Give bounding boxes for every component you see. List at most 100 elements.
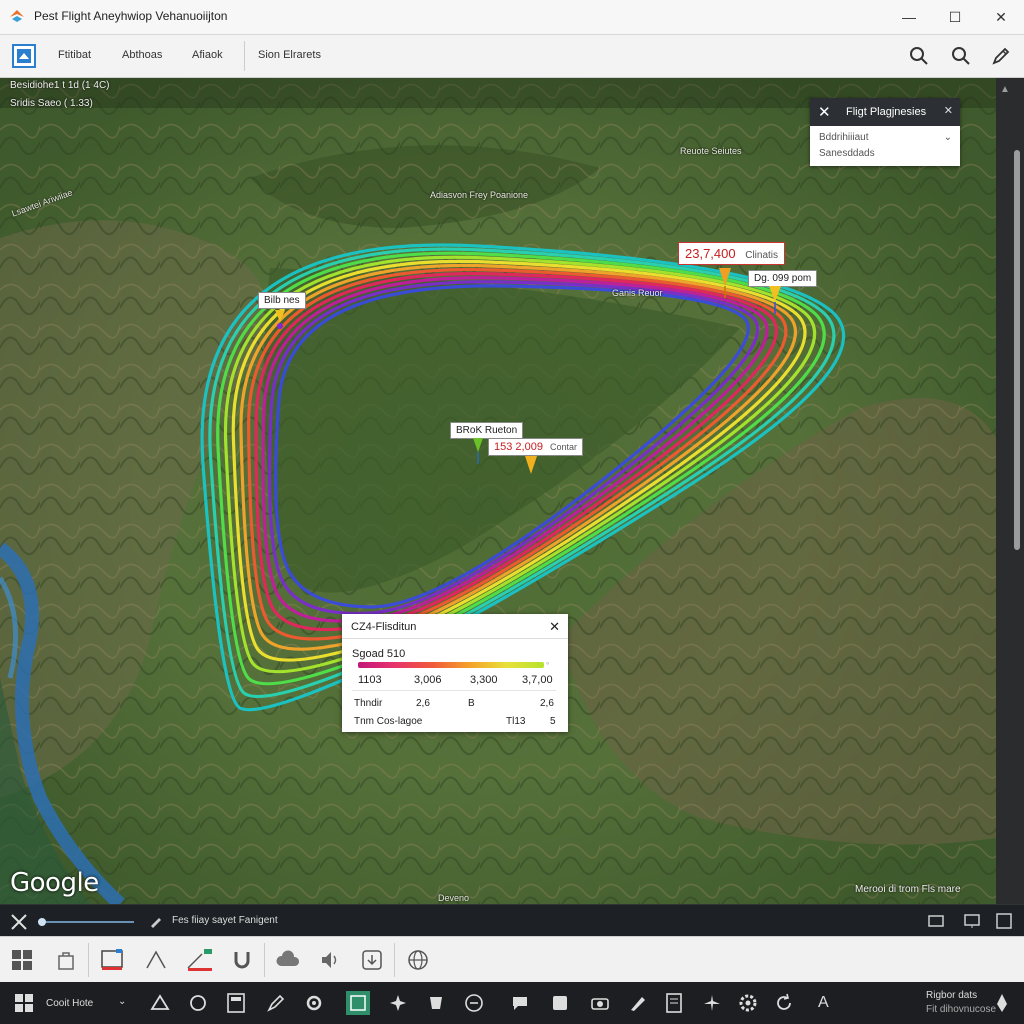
app-icon[interactable]: [462, 991, 486, 1015]
app-icon[interactable]: [386, 991, 410, 1015]
plane-icon[interactable]: [10, 913, 28, 931]
scale-handle-icon[interactable]: ◦: [546, 658, 549, 668]
keyboard-language[interactable]: A: [818, 994, 829, 1012]
altitude-value: 23,7,400: [685, 246, 736, 261]
camera-icon[interactable]: [588, 991, 612, 1015]
menu-item-view[interactable]: Afiaok: [192, 49, 223, 61]
menu-item-edit[interactable]: Abthoas: [122, 49, 162, 61]
toolbar-divider: [264, 943, 265, 977]
fullscreen-icon[interactable]: [996, 913, 1012, 929]
panel-title: Fligt Plagjnesies: [846, 106, 927, 118]
minimize-button[interactable]: —: [886, 0, 932, 34]
callout-text: Dg. 099 pom: [754, 273, 812, 284]
status-text: Fes fiiay sayet Fanigent: [172, 915, 278, 926]
grid-icon[interactable]: [8, 946, 36, 974]
altitude-unit: Clinatis: [745, 250, 779, 261]
path-draw-icon[interactable]: [186, 946, 214, 974]
maximize-button[interactable]: ☐: [932, 0, 978, 34]
waypoint-marker-icon[interactable]: [472, 438, 484, 466]
panel-row: Sanesddads: [819, 148, 875, 159]
chevron-down-icon[interactable]: ⌄: [118, 996, 126, 1007]
zoom-icon[interactable]: [948, 44, 974, 68]
cloud-icon[interactable]: [274, 946, 302, 974]
window-title: Pest Flight Aneyhwiop Vehanuoiijton: [34, 9, 228, 23]
legend-divider: [352, 690, 556, 691]
start-menu-icon[interactable]: [12, 991, 36, 1015]
altitude-callout[interactable]: 23,7,400 Clinatis: [678, 242, 786, 265]
waypoint-marker-icon[interactable]: [524, 456, 538, 480]
image-icon[interactable]: [98, 946, 126, 974]
menu-divider: [244, 41, 245, 71]
magnet-icon[interactable]: [228, 946, 256, 974]
map-attribution[interactable]: Merooi di trom Fls mare: [855, 884, 961, 895]
callout-text: Bilb nes: [264, 295, 300, 306]
timeline-slider-handle[interactable]: [38, 918, 46, 926]
monitor-icon[interactable]: [964, 913, 980, 929]
close-icon[interactable]: ✕: [818, 103, 831, 121]
close-button[interactable]: ✕: [978, 0, 1024, 34]
legend-panel: CZ4-Flisditun ✕ Sgoad 510 ◦ 1103 3,006 3…: [342, 614, 568, 732]
app-icon[interactable]: [508, 991, 532, 1015]
bag-icon[interactable]: [52, 946, 80, 974]
plane-icon[interactable]: [700, 991, 724, 1015]
coordinate-readout: Besidiohe1 t 1d (1 4C): [10, 80, 110, 91]
timeline-slider[interactable]: [38, 921, 134, 923]
document-icon[interactable]: [662, 991, 686, 1015]
menu-item-settings[interactable]: Sion Elrarets: [258, 49, 321, 61]
legend-divider: [342, 638, 568, 639]
legend-tick: 3,006: [414, 674, 442, 686]
speed-callout[interactable]: Dg. 099 pom: [748, 270, 818, 287]
refresh-icon[interactable]: [772, 991, 796, 1015]
waypoint-marker-icon[interactable]: [718, 268, 732, 300]
ruler-icon[interactable]: [142, 946, 170, 974]
title-bar: Pest Flight Aneyhwiop Vehanuoiijton — ☐ …: [0, 0, 1024, 35]
waypoint-marker-icon[interactable]: [768, 286, 782, 316]
map-view[interactable]: Besidiohe1 t 1d (1 4C) Sridis Saeo ( 1.3…: [0, 78, 996, 904]
brush-icon[interactable]: [148, 913, 164, 929]
legend-title: CZ4-Flisditun: [351, 621, 417, 633]
layers-icon[interactable]: [12, 44, 36, 68]
toolbar-divider: [88, 943, 89, 977]
taskbar-search-text[interactable]: Cooit Hote: [46, 998, 93, 1009]
active-app-icon[interactable]: [346, 991, 370, 1015]
screenshot-icon[interactable]: [928, 913, 944, 929]
legend-row-value: 2,6: [416, 698, 430, 709]
chevron-down-icon[interactable]: ⌄: [944, 132, 952, 143]
waypoint-marker-icon[interactable]: [274, 310, 286, 330]
settings-icon[interactable]: [302, 991, 326, 1015]
flight-properties-panel: ✕ Fligt Plagjnesies ✕ Bddrihiiiaut Sanes…: [810, 98, 960, 166]
globe-icon[interactable]: [404, 946, 432, 974]
altitude-callout[interactable]: 153 2,009 Contar: [488, 438, 584, 456]
legend-close-button[interactable]: ✕: [549, 619, 560, 635]
taskbar: Cooit Hote ⌄ A Rigbor dats Fit dihovnuco…: [0, 982, 1024, 1024]
app-icon[interactable]: [424, 991, 448, 1015]
gear-icon[interactable]: [736, 991, 760, 1015]
app-icon[interactable]: [548, 991, 572, 1015]
calculator-icon[interactable]: [224, 991, 248, 1015]
user-icon[interactable]: [990, 991, 1014, 1015]
app-icon[interactable]: [186, 991, 210, 1015]
vertical-scrollbar[interactable]: ▲: [996, 78, 1024, 904]
altitude-unit: Contar: [550, 442, 578, 452]
scrollbar-thumb[interactable]: [1014, 150, 1020, 550]
menu-item-file[interactable]: Ftitibat: [58, 49, 91, 61]
pen-icon[interactable]: [264, 991, 288, 1015]
legend-row-label: Thndir: [354, 698, 383, 709]
clock-date[interactable]: Fit dihovnucose: [926, 1004, 996, 1015]
bottom-toolbar: [0, 936, 1024, 983]
search-icon[interactable]: [906, 44, 932, 68]
legend-row-value: 2,6: [540, 698, 554, 709]
waypoint-callout[interactable]: BRoK Rueton: [450, 422, 524, 439]
panel-close-button[interactable]: ✕: [944, 104, 953, 117]
chevron-up-icon[interactable]: ▲: [1000, 84, 1010, 95]
speaker-icon[interactable]: [316, 946, 344, 974]
waypoint-callout[interactable]: Bilb nes: [258, 292, 306, 309]
pen-icon[interactable]: [988, 44, 1014, 68]
download-icon[interactable]: [358, 946, 386, 974]
place-label: Deveno: [438, 893, 470, 903]
legend-tick: 3,7,00: [522, 674, 553, 686]
flight-track-line: [223, 255, 817, 674]
clock-time[interactable]: Rigbor dats: [926, 990, 977, 1001]
pencil-icon[interactable]: [626, 991, 650, 1015]
app-icon[interactable]: [148, 991, 172, 1015]
